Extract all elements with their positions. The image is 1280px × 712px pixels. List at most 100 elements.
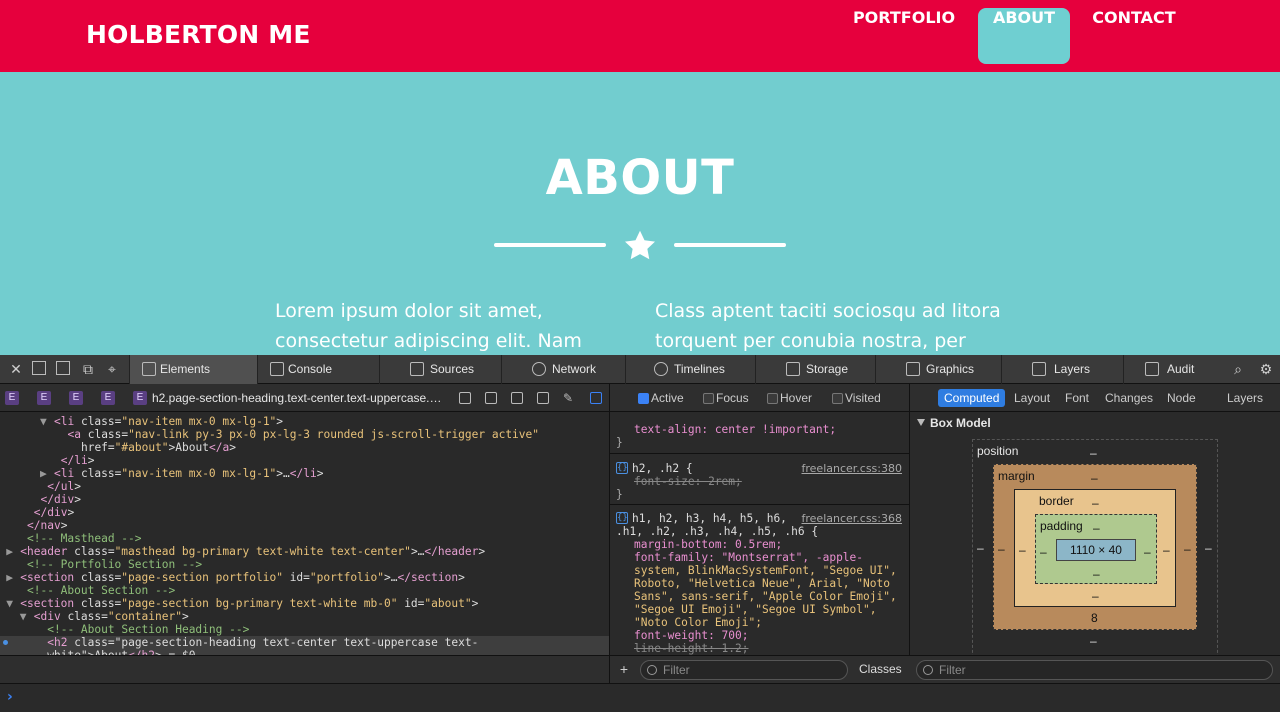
graphics-icon [906,362,920,376]
layout-icon[interactable] [459,392,471,404]
brand-link[interactable]: HOLBERTON ME [86,20,311,49]
box-model-content[interactable]: 1110 × 40 [1056,539,1136,561]
dom-node-line[interactable]: ▶ <header class="masthead bg-primary text… [0,545,609,558]
print-icon[interactable] [485,392,497,404]
breadcrumb-element-3[interactable]: E [69,391,83,405]
breadcrumb-element-2[interactable]: E [37,391,51,405]
tab-node[interactable]: Node [1161,389,1202,407]
css-rules[interactable]: text-align: center !important; } {} h2, … [610,413,909,683]
dom-node-line[interactable]: href="#about">About</a> [0,441,609,454]
quick-console[interactable]: › [0,683,1280,712]
crosshair-icon[interactable]: ⌖ [104,361,120,377]
tab-network[interactable]: Network [501,355,625,384]
checkbox-hover[interactable] [767,393,778,404]
box-model-margin[interactable]: margin – – – 8 border – – – – padding – … [993,464,1197,630]
dom-node-line[interactable]: <!-- About Section Heading --> [0,623,609,636]
tab-layers-detail[interactable]: Layers [1221,389,1269,407]
box-model-border[interactable]: border – – – – padding – – – – 1110 × 40 [1014,489,1176,607]
grid-icon[interactable] [537,392,549,404]
tab-audit[interactable]: Audit [1123,355,1225,384]
css-declaration-overridden[interactable]: font-size: 2rem; [634,475,742,488]
brush-icon[interactable]: ✎ [563,392,575,404]
tab-sources[interactable]: Sources [379,355,501,384]
tab-storage[interactable]: Storage [755,355,875,384]
dock-left-icon[interactable] [32,361,46,375]
close-icon[interactable]: ✕ [8,361,24,377]
network-icon [532,362,546,376]
styles-pane: Active Focus Hover Visited text-align: c… [610,384,910,683]
box-model-padding[interactable]: padding – – – – 1110 × 40 [1035,514,1157,584]
dom-node-line[interactable]: </ul> [0,480,609,493]
computed-filter-input[interactable]: Filter [916,660,1273,680]
css-selector[interactable]: h1, h2, h3, h4, h5, h6, [632,512,787,525]
stylesheet-link[interactable]: freelancer.css:380 [802,462,903,475]
computed-pane: Computed Layout Font Changes Node Layers… [910,384,1280,683]
console-prompt-icon: › [7,689,13,705]
breadcrumb-element-4[interactable]: E [101,391,115,405]
disclosure-triangle-icon[interactable]: ▶ [40,467,47,480]
disclosure-triangle-icon[interactable]: ▼ [6,597,13,610]
disclosure-triangle-icon[interactable]: ▼ [40,415,47,428]
css-selector-cont[interactable]: .h1, .h2, .h3, .h4, .h5, .h6 { [616,525,818,538]
dom-node-line[interactable]: <h2 class="page-section-heading text-cen… [0,636,609,649]
css-selector[interactable]: h2, .h2 { [632,462,693,475]
dom-node-line[interactable]: ▼ <section class="page-section bg-primary… [0,597,609,610]
dock-right-icon[interactable] [56,361,70,375]
add-rule-icon[interactable]: + [616,661,632,677]
css-declaration[interactable]: margin-bottom: 0.5rem; [634,538,782,551]
audit-icon [1145,362,1159,376]
nav-link-about[interactable]: ABOUT [978,8,1070,64]
tab-layout[interactable]: Layout [1008,389,1056,407]
breadcrumb-element-1[interactable]: E [5,391,19,405]
css-declaration-overridden[interactable]: line-height: 1.2; [634,642,749,655]
dom-node-line[interactable]: <a class="nav-link py-3 px-0 px-lg-3 rou… [0,428,609,441]
elements-pane: E E E E E h2.page-section-heading.text-c… [0,384,610,683]
dom-tree[interactable]: ▼ <li class="nav-item mx-0 mx-lg-1"> <a cl… [0,413,609,683]
disclosure-triangle-icon[interactable] [917,419,925,426]
pseudo-class-bar: Active Focus Hover Visited [610,384,909,412]
web-inspector: ✕ ⧉ ⌖ Elements Console Sources Network T… [0,355,1280,712]
nav-link-contact[interactable]: CONTACT [1082,8,1186,64]
tab-layers[interactable]: Layers [1001,355,1123,384]
dom-node-line[interactable]: ▼ <li class="nav-item mx-0 mx-lg-1"> [0,415,609,428]
dom-node-line[interactable]: ▼ <div class="container"> [0,610,609,623]
dom-node-line[interactable]: </div> [0,506,609,519]
dom-node-line[interactable]: ▶ <section class="page-section portfolio"… [0,571,609,584]
breadcrumb-element-5[interactable]: E [133,391,147,405]
stylesheet-link[interactable]: freelancer.css:368 [802,512,903,525]
tab-console[interactable]: Console [257,355,379,384]
detach-window-icon[interactable]: ⧉ [80,361,96,377]
nav-link-portfolio[interactable]: PORTFOLIO [843,8,965,64]
rendering-icon[interactable] [511,392,523,404]
css-declaration[interactable]: font-family: "Montserrat", -apple- [634,551,863,564]
dom-node-line[interactable]: </nav> [0,519,609,532]
page-section-heading: ABOUT [545,150,735,206]
tab-graphics[interactable]: Graphics [875,355,1001,384]
breadcrumb-selected[interactable]: h2.page-section-heading.text-center.text… [152,391,442,405]
tab-timelines[interactable]: Timelines [625,355,755,384]
disclosure-triangle-icon[interactable]: ▶ [6,571,13,584]
dom-node-line[interactable]: <!-- Masthead --> [0,532,609,545]
css-declaration[interactable]: font-weight: 700; [634,629,749,642]
tab-changes[interactable]: Changes [1099,389,1159,407]
gear-icon[interactable]: ⚙ [1258,361,1274,377]
dom-node-line[interactable]: <!-- About Section --> [0,584,609,597]
margin-bottom-value[interactable]: 8 [1091,611,1098,625]
checkbox-focus[interactable] [703,393,714,404]
sidebar-toggle-icon[interactable] [590,392,602,404]
dom-node-line[interactable]: </li> [0,454,609,467]
checkbox-visited[interactable] [832,393,843,404]
css-declaration[interactable]: text-align: center !important; [634,423,836,436]
tab-computed[interactable]: Computed [938,389,1006,407]
tab-font[interactable]: Font [1059,389,1095,407]
tab-elements[interactable]: Elements [129,355,257,384]
dom-node-line[interactable]: </div> [0,493,609,506]
dom-node-line[interactable]: <!-- Portfolio Section --> [0,558,609,571]
search-icon[interactable]: ⌕ [1230,361,1246,377]
checkbox-active[interactable] [638,393,649,404]
disclosure-triangle-icon[interactable]: ▶ [6,545,13,558]
disclosure-triangle-icon[interactable]: ▼ [20,610,27,623]
styles-filter-input[interactable]: Filter [640,660,848,680]
dom-node-line[interactable]: ▶ <li class="nav-item mx-0 mx-lg-1">…</li… [0,467,609,480]
classes-button[interactable]: Classes [859,662,902,676]
